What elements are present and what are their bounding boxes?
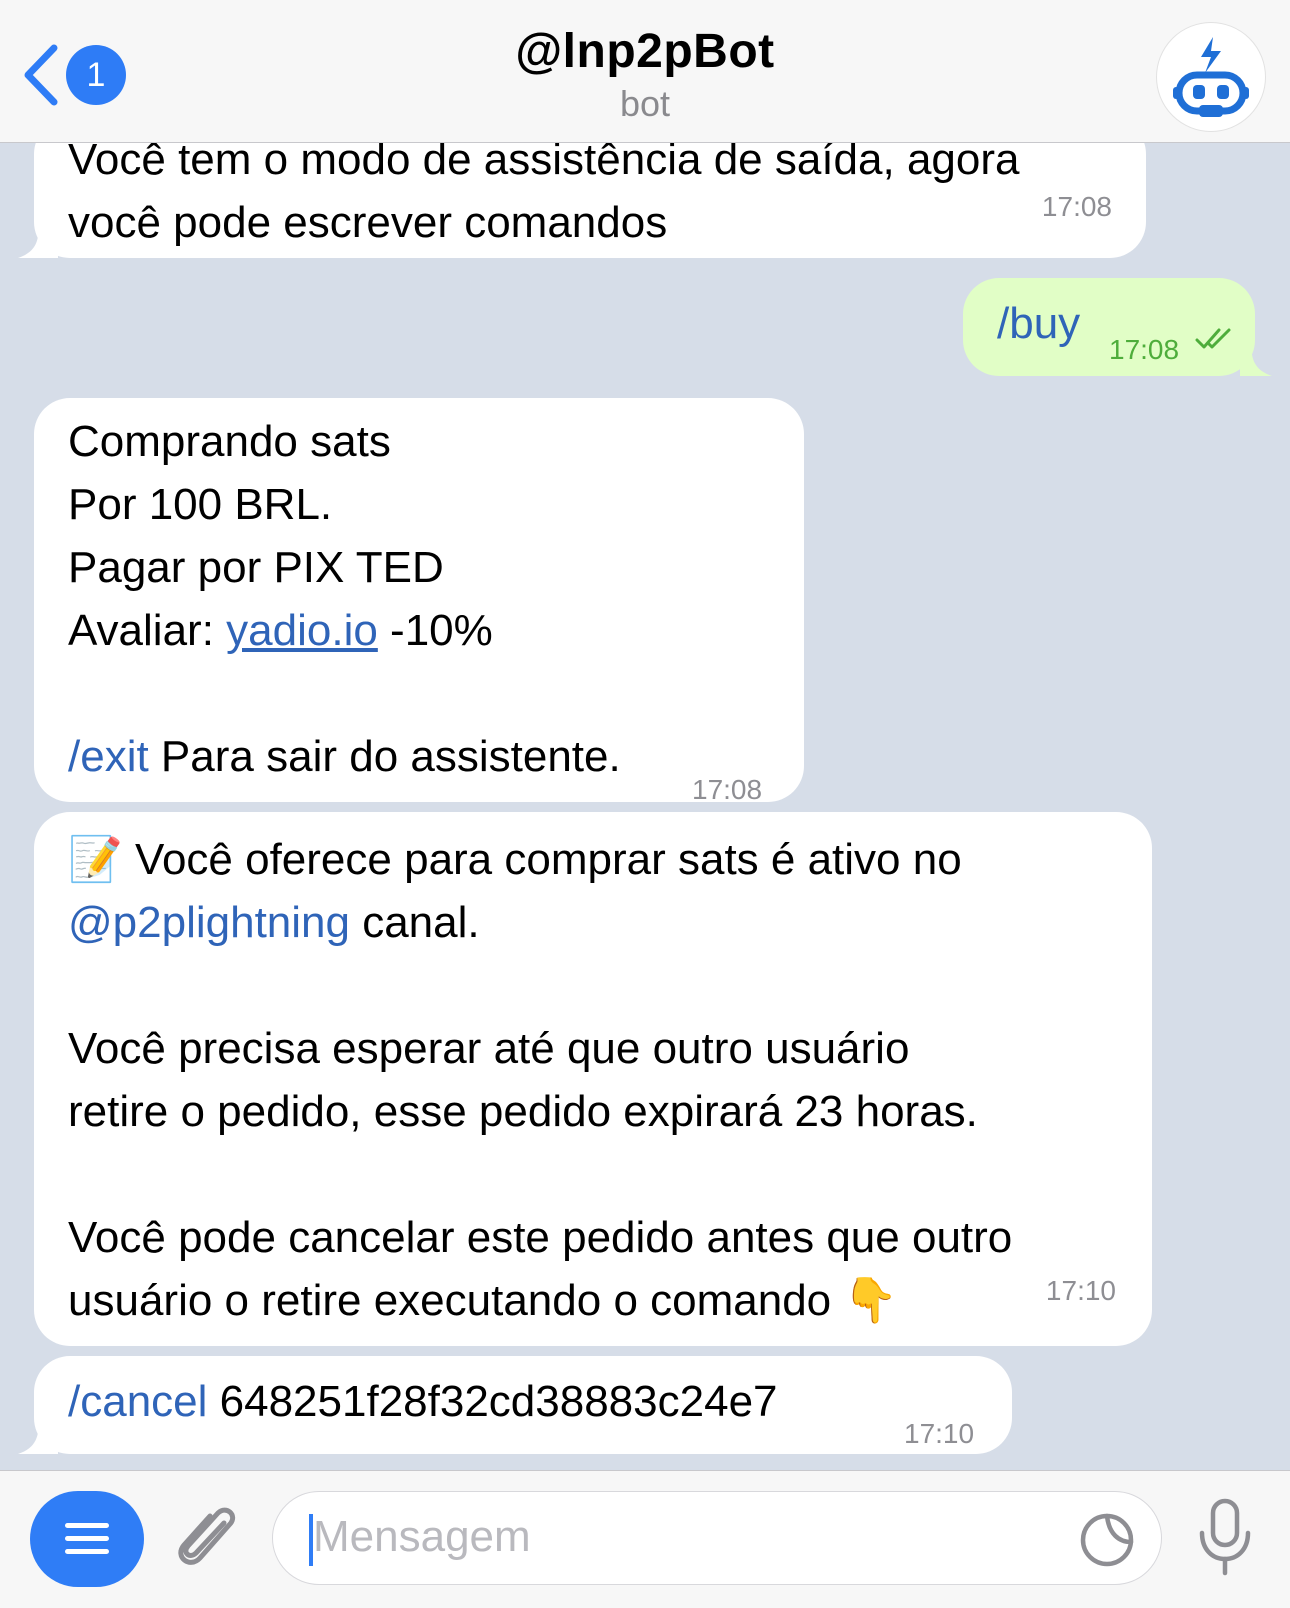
chat-subtitle: bot bbox=[619, 83, 671, 124]
channel-link[interactable]: @p2plightning bbox=[68, 898, 350, 947]
message-bubble-outgoing[interactable]: /buy 17:08 bbox=[963, 278, 1255, 376]
attach-button[interactable] bbox=[172, 1501, 244, 1582]
menu-button[interactable] bbox=[30, 1491, 144, 1587]
message-text: @p2plightning canal. bbox=[68, 891, 1118, 954]
message-time: 17:08 bbox=[1109, 334, 1180, 365]
message-text: usuário o retire executando o comando 👇 bbox=[68, 1269, 1118, 1332]
message-text: /exit Para sair do assistente. bbox=[68, 725, 770, 788]
composer-bar: Mensagem bbox=[0, 1470, 1290, 1608]
sticker-button[interactable] bbox=[1079, 1512, 1135, 1573]
rate-label: Avaliar: bbox=[68, 606, 227, 655]
offer-text: Você oferece para comprar sats é ativo n… bbox=[122, 835, 962, 884]
microphone-icon bbox=[1199, 1498, 1251, 1576]
message-time: 17:10 bbox=[904, 1418, 975, 1449]
message-placeholder: Mensagem bbox=[313, 1512, 531, 1561]
message-bubble-incoming[interactable]: /cancel 648251f28f32cd38883c24e7 17:10 bbox=[34, 1356, 1012, 1454]
message-bubble-incoming[interactable]: Comprando sats Por 100 BRL. Pagar por PI… bbox=[34, 398, 804, 805]
message-text: /cancel 648251f28f32cd38883c24e7 bbox=[68, 1370, 778, 1433]
cancel-command[interactable]: /cancel bbox=[68, 1377, 207, 1426]
message-text: Avaliar: yadio.io -10% bbox=[68, 599, 770, 662]
chat-header: 1 @lnp2pBot bot bbox=[0, 0, 1290, 143]
paperclip-icon bbox=[178, 1507, 236, 1565]
sticker-icon bbox=[1080, 1513, 1134, 1567]
message-time: 17:08 bbox=[1041, 191, 1112, 222]
exit-command[interactable]: /exit bbox=[68, 732, 149, 781]
chat-title-area[interactable]: @lnp2pBot bot bbox=[0, 24, 1290, 125]
message-bubble-incoming[interactable]: 📝 Você oferece para comprar sats é ativo… bbox=[34, 812, 1152, 1346]
order-id: 648251f28f32cd38883c24e7 bbox=[207, 1377, 778, 1426]
bubble-tail bbox=[1240, 340, 1272, 376]
memo-icon: 📝 bbox=[68, 835, 123, 884]
command-text[interactable]: /buy bbox=[997, 292, 1080, 355]
message-text: 📝 Você oferece para comprar sats é ativo… bbox=[68, 828, 1118, 891]
message-text: Por 100 BRL. bbox=[68, 480, 333, 529]
double-check-icon bbox=[1195, 328, 1231, 349]
message-input[interactable]: Mensagem bbox=[272, 1491, 1162, 1585]
rate-value: -10% bbox=[377, 606, 493, 655]
menu-icon bbox=[65, 1523, 109, 1554]
chat-title: @lnp2pBot bbox=[515, 25, 775, 78]
yadio-link[interactable]: yadio.io bbox=[226, 606, 378, 655]
exit-description: Para sair do assistente. bbox=[148, 732, 621, 781]
robot-icon bbox=[1173, 37, 1249, 117]
message-text: retire o pedido, esse pedido expirará 23… bbox=[68, 1087, 978, 1136]
microphone-button[interactable] bbox=[1196, 1497, 1254, 1582]
message-time: 17:10 bbox=[1045, 1275, 1116, 1306]
message-text: Você precisa esperar até que outro usuár… bbox=[68, 1024, 910, 1073]
message-text: Comprando sats bbox=[68, 417, 391, 466]
command-hint-text: usuário o retire executando o comando bbox=[68, 1276, 844, 1325]
empty-line bbox=[68, 1143, 1118, 1206]
message-text: Você pode cancelar este pedido antes que… bbox=[68, 1213, 1013, 1262]
empty-line bbox=[68, 662, 770, 725]
bubble-tail bbox=[18, 222, 58, 258]
pointing-down-icon: 👇 bbox=[843, 1276, 899, 1325]
message-text: Pagar por PIX TED bbox=[68, 543, 444, 592]
channel-text: canal. bbox=[349, 898, 480, 947]
bubble-tail bbox=[18, 1418, 58, 1454]
robot-avatar[interactable] bbox=[1156, 22, 1266, 132]
message-text: você pode escrever comandos bbox=[68, 198, 668, 247]
empty-line bbox=[68, 954, 1118, 1017]
